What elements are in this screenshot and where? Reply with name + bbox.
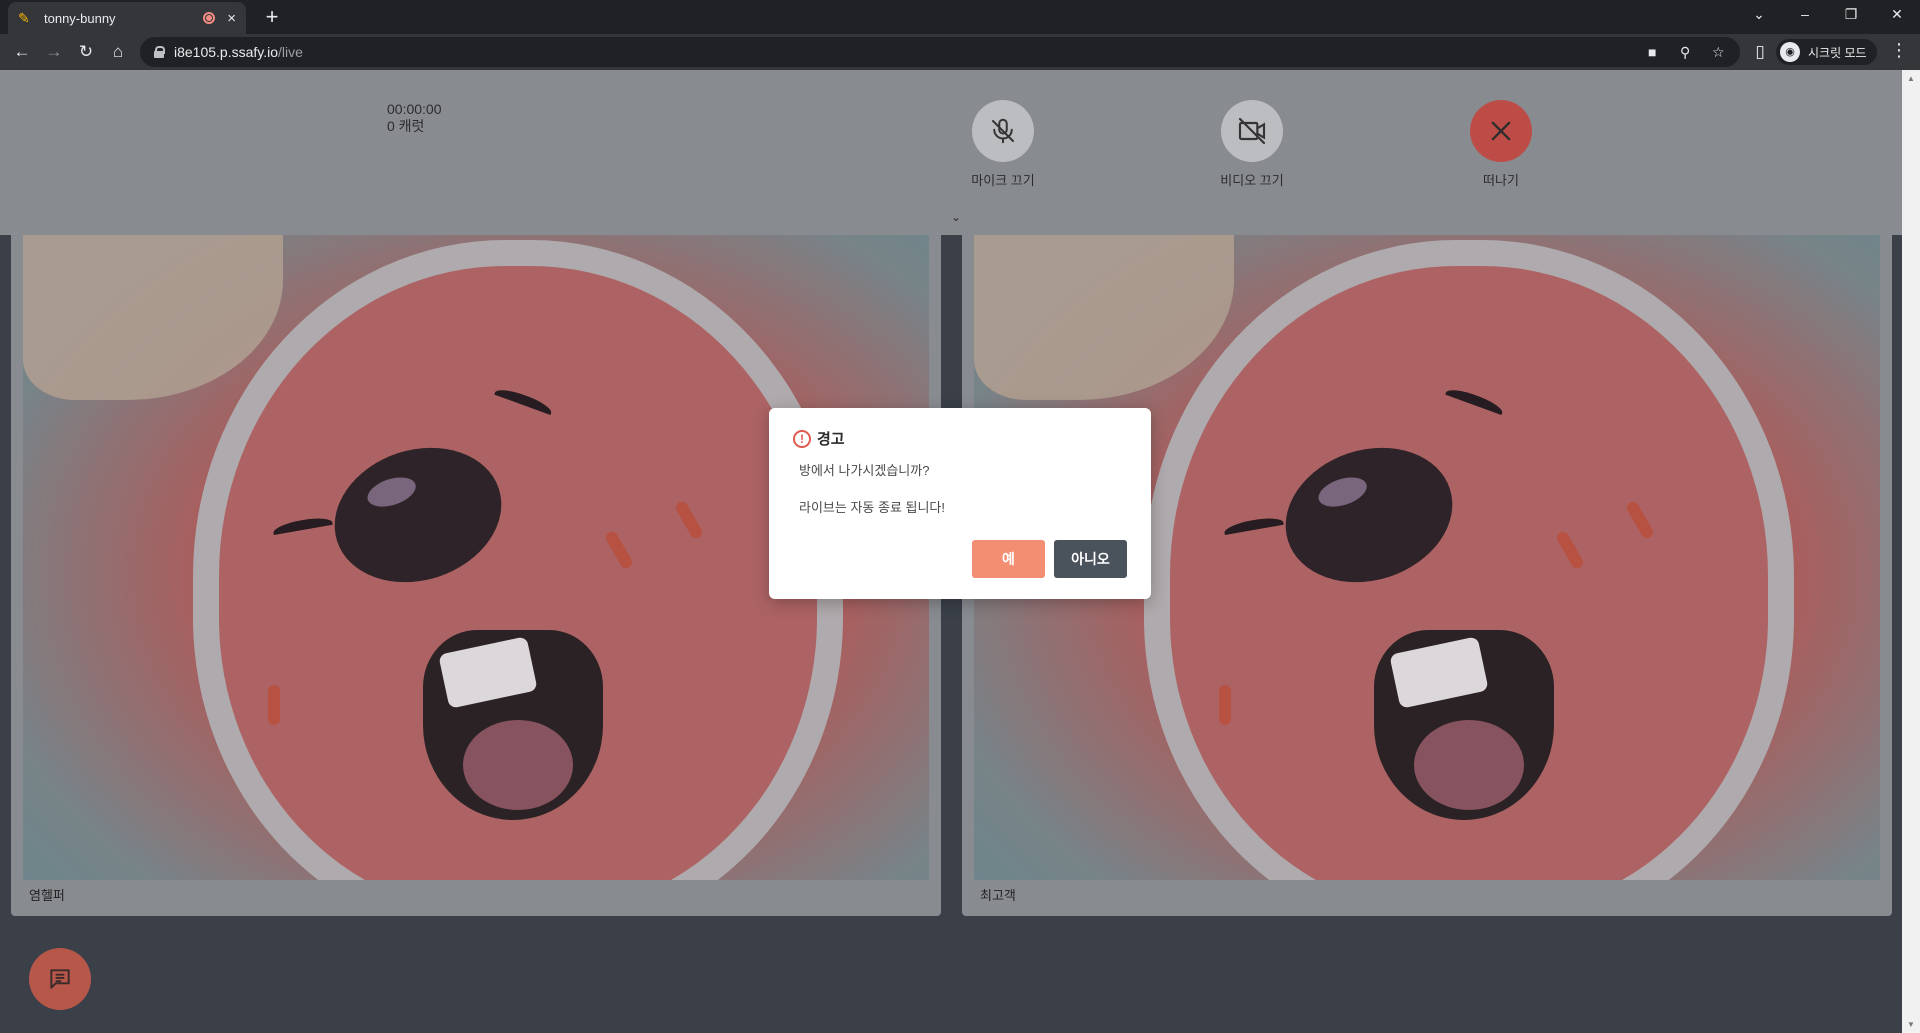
dialog-submessage: 라이브는 자동 종료 됩니다! xyxy=(799,500,946,515)
back-icon[interactable]: ← xyxy=(8,38,36,66)
live-page: 00:00:00 0 캐럿 마이크 끄기 비디오 끄기 떠나기 ⌄ 염헬퍼 최고… xyxy=(0,70,1902,1033)
tab-search-button[interactable]: ⌄ xyxy=(1736,0,1782,30)
forward-icon[interactable]: → xyxy=(40,38,68,66)
side-panel-icon[interactable]: ▯ xyxy=(1746,38,1774,66)
home-icon[interactable]: ⌂ xyxy=(104,38,132,66)
scroll-up-icon[interactable]: ▲ xyxy=(1907,74,1915,83)
bookmark-star-icon[interactable]: ☆ xyxy=(1712,44,1725,61)
tab-title: tonny-bunny xyxy=(44,10,116,26)
browser-tab-bar: ✎ tonny-bunny × + ⌄ – ❐ ✕ xyxy=(0,0,1920,34)
incognito-badge[interactable]: ◉ 시크릿 모드 xyxy=(1776,39,1877,65)
lock-icon xyxy=(154,46,165,58)
camera-icon[interactable]: ■ xyxy=(1648,44,1656,60)
zoom-icon[interactable]: ⚲ xyxy=(1680,44,1690,61)
dialog-title: 경고 xyxy=(817,431,845,448)
tab-close-icon[interactable]: × xyxy=(227,10,236,27)
incognito-icon: ◉ xyxy=(1780,42,1800,62)
recording-indicator-icon xyxy=(203,12,216,24)
favicon-icon: ✎ xyxy=(18,10,30,26)
dialog-message: 방에서 나가시겠습니까? xyxy=(799,463,930,478)
confirm-no-button[interactable]: 아니오 xyxy=(1054,540,1127,578)
scroll-down-icon[interactable]: ▼ xyxy=(1907,1020,1915,1029)
warning-icon: ! xyxy=(793,429,811,448)
dialog-header: ! 경고 xyxy=(793,428,845,449)
browser-tab[interactable]: ✎ tonny-bunny × xyxy=(8,2,246,34)
leave-confirm-dialog: ! 경고 방에서 나가시겠습니까? 라이브는 자동 종료 됩니다! 예 아니오 xyxy=(769,408,1151,599)
address-bar[interactable]: i8e105.p.ssafy.io/live ■ ⚲ ☆ xyxy=(140,37,1740,67)
new-tab-button[interactable]: + xyxy=(258,4,286,32)
page-scrollbar[interactable]: ▲ ▼ xyxy=(1902,70,1920,1033)
browser-toolbar: ← → ↻ ⌂ i8e105.p.ssafy.io/live ■ ⚲ ☆ ▯ ◉… xyxy=(0,34,1920,70)
reload-icon[interactable]: ↻ xyxy=(72,38,100,66)
restore-button[interactable]: ❐ xyxy=(1828,0,1874,30)
incognito-label: 시크릿 모드 xyxy=(1808,45,1867,60)
url-host: i8e105.p.ssafy.io xyxy=(174,44,279,60)
browser-menu-icon[interactable]: ⋮ xyxy=(1890,40,1908,61)
close-window-button[interactable]: ✕ xyxy=(1874,0,1920,30)
url-path: /live xyxy=(278,44,303,60)
minimize-button[interactable]: – xyxy=(1782,0,1828,30)
confirm-yes-button[interactable]: 예 xyxy=(972,540,1045,578)
